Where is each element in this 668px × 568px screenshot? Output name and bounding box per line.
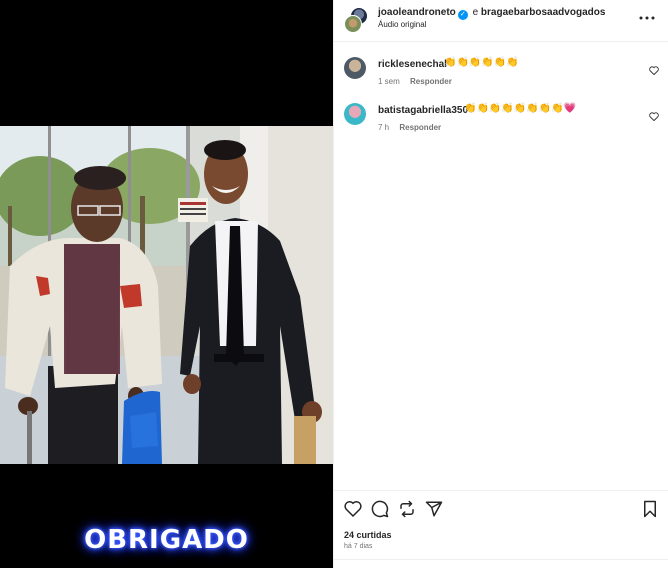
comment-text: 👏👏👏👏👏👏👏👏💗 (464, 103, 577, 114)
heart-icon (344, 501, 362, 518)
likes-count[interactable]: 24 curtidas (344, 530, 392, 540)
author-username[interactable]: joaoleandroneto (378, 7, 456, 18)
comment-like-button[interactable] (649, 62, 659, 80)
audio-label[interactable]: Áudio original (378, 20, 426, 29)
divider (334, 559, 668, 560)
repost-icon (400, 500, 414, 518)
post-timestamp[interactable]: há 7 dias (344, 543, 372, 550)
reply-button[interactable]: Responder (399, 123, 441, 132)
post-authors: joaoleandroneto ✓ e bragaebarbosaadvogado… (378, 7, 605, 20)
post-header: joaoleandroneto ✓ e bragaebarbosaadvogado… (334, 0, 668, 42)
reply-button[interactable]: Responder (410, 77, 452, 86)
comment-username[interactable]: batistagabriella350 (378, 105, 468, 116)
repost-button[interactable] (398, 500, 416, 523)
commenter-avatar[interactable] (344, 57, 366, 79)
post-photo (0, 126, 333, 464)
commenter-avatar[interactable] (344, 103, 366, 125)
comment-button[interactable] (371, 500, 389, 523)
verified-icon: ✓ (457, 10, 468, 20)
post-actions-bar: 24 curtidas há 7 dias (334, 490, 668, 568)
comment-icon (371, 500, 389, 518)
post-details-panel: joaoleandroneto ✓ e bragaebarbosaadvogado… (333, 0, 668, 568)
post-media[interactable]: OBRIGADO (0, 0, 333, 568)
video-caption-overlay: OBRIGADO (84, 525, 249, 555)
heart-icon (649, 112, 659, 122)
comment-time: 7 h (378, 123, 390, 132)
heart-icon (649, 66, 659, 76)
share-button[interactable] (425, 500, 443, 523)
more-icon (639, 16, 655, 20)
comment-meta: 1 sem Responder (378, 77, 460, 86)
comment-text: 👏👏👏👏👏👏 (444, 57, 519, 68)
author-avatar[interactable] (344, 15, 362, 33)
author-avatars[interactable] (344, 7, 370, 33)
comment-time: 1 sem (378, 77, 400, 86)
coauthor-username[interactable]: bragaebarbosaadvogados (481, 7, 605, 18)
bookmark-icon (644, 500, 656, 518)
save-button[interactable] (642, 500, 658, 523)
comment-item: ricklesenechal 👏👏👏👏👏👏 1 sem Responder (334, 57, 668, 97)
comment-like-button[interactable] (649, 108, 659, 126)
author-joiner: e (472, 7, 479, 18)
comment-username[interactable]: ricklesenechal (378, 59, 447, 70)
like-button[interactable] (344, 500, 362, 522)
comment-meta: 7 h Responder (378, 123, 449, 132)
share-icon (425, 501, 443, 517)
more-options-button[interactable] (639, 8, 655, 24)
comment-item: batistagabriella350 👏👏👏👏👏👏👏👏💗 7 h Respon… (334, 103, 668, 143)
